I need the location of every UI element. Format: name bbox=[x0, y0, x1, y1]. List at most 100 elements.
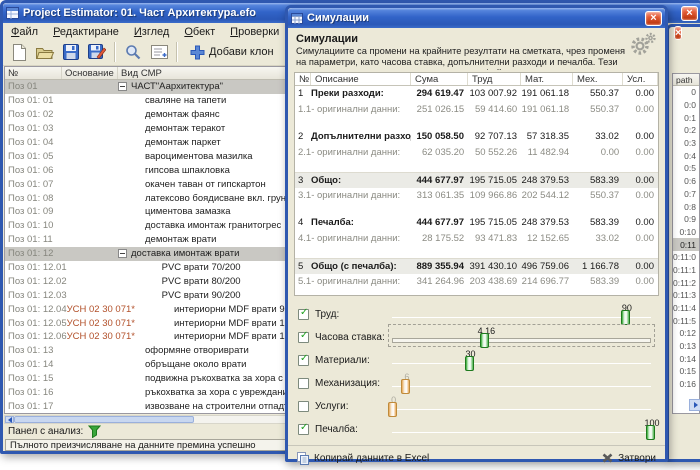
row-id: Поз 01: 03 bbox=[5, 123, 62, 134]
sim-row-mechanization: 583.39 bbox=[573, 175, 623, 186]
col-mechanization: Мех. bbox=[573, 73, 623, 85]
slider-track[interactable] bbox=[392, 363, 651, 364]
scrollbar-thumb[interactable] bbox=[14, 416, 194, 423]
slider[interactable]: 6 bbox=[388, 370, 655, 393]
scroll-right-arrow[interactable] bbox=[689, 399, 700, 411]
path-row[interactable]: 0:2 bbox=[673, 124, 699, 137]
save-button[interactable] bbox=[59, 41, 83, 64]
slider-checkbox[interactable] bbox=[298, 332, 309, 343]
path-column-header[interactable]: path bbox=[673, 74, 699, 86]
menu-item[interactable]: Обект bbox=[184, 26, 215, 38]
slider[interactable]: 4.16 bbox=[388, 324, 655, 347]
menu-item[interactable]: Редактиране bbox=[53, 26, 119, 38]
path-row[interactable]: 0:16 bbox=[673, 378, 699, 391]
new-document-button[interactable] bbox=[7, 41, 31, 64]
slider-thumb[interactable] bbox=[465, 356, 474, 371]
sim-row-mechanization: 583.39 bbox=[573, 276, 623, 287]
slider-label: Часова ставка: bbox=[315, 332, 385, 343]
path-row[interactable]: 0:3 bbox=[673, 137, 699, 150]
properties-button[interactable] bbox=[147, 41, 171, 64]
menu-item[interactable]: Изглед bbox=[134, 26, 169, 38]
simulation-row: 2 Допълнителни разходи: 150 058.50 92 70… bbox=[295, 129, 658, 145]
path-row[interactable]: 0 bbox=[673, 86, 699, 99]
sim-row-mechanization: 550.37 bbox=[573, 88, 623, 99]
scroll-left-arrow[interactable] bbox=[5, 416, 14, 423]
path-row[interactable]: 0:14 bbox=[673, 352, 699, 365]
path-row[interactable]: 0:8 bbox=[673, 200, 699, 213]
copy-to-excel-button[interactable]: Копирай данните в Excel bbox=[297, 452, 429, 465]
path-row[interactable]: 0:7 bbox=[673, 188, 699, 201]
slider-track[interactable] bbox=[392, 338, 651, 343]
sim-row-mechanization: 0.00 bbox=[573, 147, 623, 158]
sim-row-sum: 62 035.20 bbox=[411, 147, 468, 158]
path-row[interactable]: 0:4 bbox=[673, 149, 699, 162]
slider-thumb[interactable] bbox=[480, 333, 489, 348]
slider-track[interactable] bbox=[392, 432, 651, 433]
path-row[interactable]: 0:11:4 bbox=[673, 302, 699, 315]
simulation-table-body: 1 Преки разходи: 294 619.47 103 007.92 1… bbox=[295, 86, 658, 289]
path-row[interactable]: 0:11:5 bbox=[673, 314, 699, 327]
path-row[interactable]: 0:12 bbox=[673, 327, 699, 340]
menu-item[interactable]: Проверки bbox=[230, 26, 279, 38]
row-description-text: ръкохватка за хора с увреждания bbox=[145, 387, 293, 398]
slider[interactable]: 90 bbox=[388, 301, 655, 324]
tree-collapse-icon[interactable] bbox=[118, 82, 127, 91]
row-description-text: демонтаж фаянс bbox=[145, 109, 220, 120]
path-row[interactable]: 0:11:1 bbox=[673, 264, 699, 277]
slider-track[interactable] bbox=[392, 317, 651, 318]
path-row[interactable]: 0:11:2 bbox=[673, 276, 699, 289]
slider-checkbox[interactable] bbox=[298, 424, 309, 435]
slider-thumb[interactable] bbox=[401, 379, 410, 394]
path-row[interactable]: 0:11 bbox=[673, 238, 699, 251]
row-description-text: PVC врати 90/200 bbox=[162, 290, 241, 301]
path-row[interactable]: 0:6 bbox=[673, 175, 699, 188]
save-as-button[interactable] bbox=[85, 41, 109, 64]
slider-checkbox[interactable] bbox=[298, 378, 309, 389]
slider-checkbox[interactable] bbox=[298, 401, 309, 412]
slider-track[interactable] bbox=[392, 409, 651, 410]
simulation-row: 5.1 - оригинални данни: 341 264.96 203 4… bbox=[295, 274, 658, 290]
path-row[interactable]: 0:0 bbox=[673, 99, 699, 112]
menu-item[interactable]: Файл bbox=[11, 26, 38, 38]
sim-row-services: 0.00 bbox=[623, 104, 658, 115]
path-row[interactable]: 0:9 bbox=[673, 213, 699, 226]
row-id: Поз 01: 04 bbox=[5, 137, 62, 148]
add-branch-button[interactable]: Добави клон bbox=[183, 41, 281, 64]
slider[interactable]: 30 bbox=[388, 347, 655, 370]
slider-thumb[interactable] bbox=[646, 425, 655, 440]
open-folder-button[interactable] bbox=[33, 41, 57, 64]
slider-track[interactable] bbox=[392, 386, 651, 387]
slider-checkbox[interactable] bbox=[298, 309, 309, 320]
analysis-panel-icon[interactable] bbox=[88, 425, 101, 438]
grid-col-number[interactable]: № bbox=[5, 67, 62, 79]
search-button[interactable] bbox=[121, 41, 145, 64]
save-icon bbox=[63, 44, 79, 60]
simulation-row: 4 Печалба: 444 677.97 195 715.05 248 379… bbox=[295, 215, 658, 231]
close-dialog-button[interactable]: Затвори bbox=[602, 453, 656, 464]
sim-row-description: Преки разходи: bbox=[311, 88, 411, 99]
tree-collapse-icon[interactable] bbox=[118, 249, 127, 258]
slider[interactable]: 100 bbox=[388, 416, 655, 439]
main-close-button[interactable]: × bbox=[681, 6, 698, 21]
simulation-table-header: № Описание Сума Труд Мат. Мех. Усл. bbox=[295, 73, 658, 86]
side-close-button[interactable]: × bbox=[674, 26, 682, 40]
sim-row-no: 3.1 bbox=[295, 190, 311, 201]
path-row[interactable]: 0:13 bbox=[673, 340, 699, 353]
sim-row-description: Допълнителни разходи: bbox=[311, 131, 411, 142]
slider-thumb[interactable] bbox=[388, 402, 397, 417]
sim-row-sum: 28 175.52 bbox=[411, 233, 468, 244]
dialog-close-button[interactable]: × bbox=[645, 11, 662, 26]
path-row[interactable]: 0:5 bbox=[673, 162, 699, 175]
grid-col-base[interactable]: Основание bbox=[62, 67, 118, 79]
path-row[interactable]: 0:10 bbox=[673, 226, 699, 239]
sim-row-materials: 12 152.65 bbox=[521, 233, 573, 244]
path-row[interactable]: 0:15 bbox=[673, 365, 699, 378]
path-row[interactable]: 0:11:0 bbox=[673, 251, 699, 264]
slider[interactable]: 0 bbox=[388, 393, 655, 416]
col-description: Описание bbox=[311, 73, 411, 85]
slider-thumb[interactable] bbox=[621, 310, 630, 325]
path-row[interactable]: 0:1 bbox=[673, 111, 699, 124]
slider-checkbox[interactable] bbox=[298, 355, 309, 366]
row-id: Поз 01: 12.01 bbox=[5, 262, 67, 273]
path-row[interactable]: 0:11:3 bbox=[673, 289, 699, 302]
